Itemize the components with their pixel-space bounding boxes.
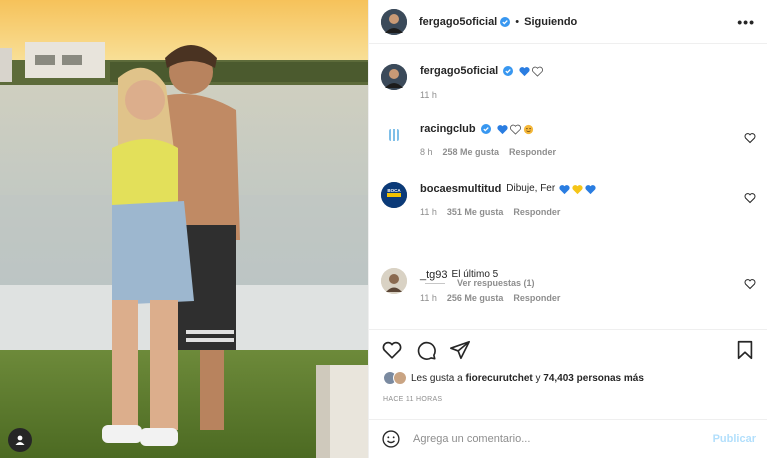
svg-text:BOCA: BOCA: [387, 188, 401, 193]
verified-badge-icon: [500, 16, 511, 27]
post-header: fergago5oficial • Siguiendo •••: [369, 0, 767, 44]
avatar[interactable]: [381, 64, 407, 90]
white-heart-icon: [532, 66, 544, 77]
comment-author[interactable]: fergago5oficial: [420, 64, 498, 78]
comment: BOCA bocaesmultitud Dibuje, Fer 11 h 351…: [381, 182, 756, 217]
likes-summary[interactable]: Les gusta a fiorecurutchet y 74,403 pers…: [383, 371, 644, 385]
liker-avatar: [393, 371, 407, 385]
like-comment-icon[interactable]: [744, 132, 756, 144]
like-comment-icon[interactable]: [744, 278, 756, 290]
reply-button[interactable]: Responder: [513, 207, 560, 217]
comment-text: El último 5: [451, 269, 499, 280]
comment-time: 8 h: [420, 147, 433, 157]
comment-author[interactable]: racingclub: [420, 122, 476, 136]
comment: _tg93 El último 5 11 h 256 Me gusta Resp…: [381, 268, 756, 303]
comment-likes[interactable]: 351 Me gusta: [447, 207, 504, 217]
follow-button[interactable]: Siguiendo: [524, 16, 577, 28]
share-icon[interactable]: [449, 339, 471, 361]
verified-badge-icon: [503, 66, 514, 76]
liker-username[interactable]: fiorecurutchet: [465, 373, 532, 384]
comment-text: Dibuje, Fer: [506, 183, 556, 194]
blue-heart-icon: [559, 184, 570, 194]
reply-button[interactable]: Responder: [513, 293, 560, 303]
verified-badge-icon: [480, 124, 491, 134]
user-tag-icon[interactable]: [8, 428, 32, 452]
add-comment-bar: Publicar: [369, 419, 767, 458]
comment-input[interactable]: [413, 433, 705, 445]
blue-heart-icon: [585, 184, 596, 194]
post-timestamp[interactable]: HACE 11 HORAS: [383, 396, 442, 403]
comment-likes[interactable]: 256 Me gusta: [447, 293, 504, 303]
avatar[interactable]: [381, 8, 407, 35]
comment-time: 11 h: [420, 90, 437, 100]
white-heart-icon: [509, 124, 521, 135]
bookmark-icon[interactable]: [734, 339, 756, 361]
post-actions: Les gusta a fiorecurutchet y 74,403 pers…: [369, 329, 767, 419]
publish-button[interactable]: Publicar: [713, 433, 756, 445]
avatar[interactable]: [381, 268, 407, 294]
post-sidebar: fergago5oficial • Siguiendo ••• fergago5…: [368, 0, 767, 458]
blue-heart-icon: [519, 66, 530, 76]
comment-author[interactable]: _tg93: [420, 268, 448, 282]
comment-time: 11 h: [420, 207, 437, 217]
hugging-face-icon: [523, 124, 533, 134]
post-image: [0, 0, 368, 458]
avatar[interactable]: BOCA: [381, 182, 407, 208]
post-author[interactable]: fergago5oficial: [419, 16, 497, 28]
comment-icon[interactable]: [415, 339, 437, 361]
separator: •: [515, 15, 520, 28]
like-comment-icon[interactable]: [744, 192, 756, 204]
more-options-icon[interactable]: •••: [737, 14, 755, 30]
blue-heart-icon: [497, 124, 508, 134]
smiley-icon[interactable]: [381, 429, 401, 449]
avatar[interactable]: [381, 122, 407, 148]
likes-count[interactable]: 74,403 personas más: [543, 373, 644, 384]
likes-text: Les gusta a fiorecurutchet y 74,403 pers…: [411, 372, 644, 384]
comment-author[interactable]: bocaesmultitud: [420, 182, 501, 196]
post-photo[interactable]: [0, 0, 368, 458]
heart-icon[interactable]: [381, 339, 403, 361]
caption: fergago5oficial 11 h: [381, 64, 756, 100]
action-bar: [381, 338, 756, 362]
yellow-heart-icon: [572, 184, 583, 194]
comment-time: 11 h: [420, 293, 437, 303]
reply-button[interactable]: Responder: [509, 147, 556, 157]
comments-list: fergago5oficial 11 h racingclub 8 h 258 …: [369, 44, 767, 329]
comment: racingclub 8 h 258 Me gusta Responder: [381, 122, 756, 157]
comment-likes[interactable]: 258 Me gusta: [443, 147, 500, 157]
